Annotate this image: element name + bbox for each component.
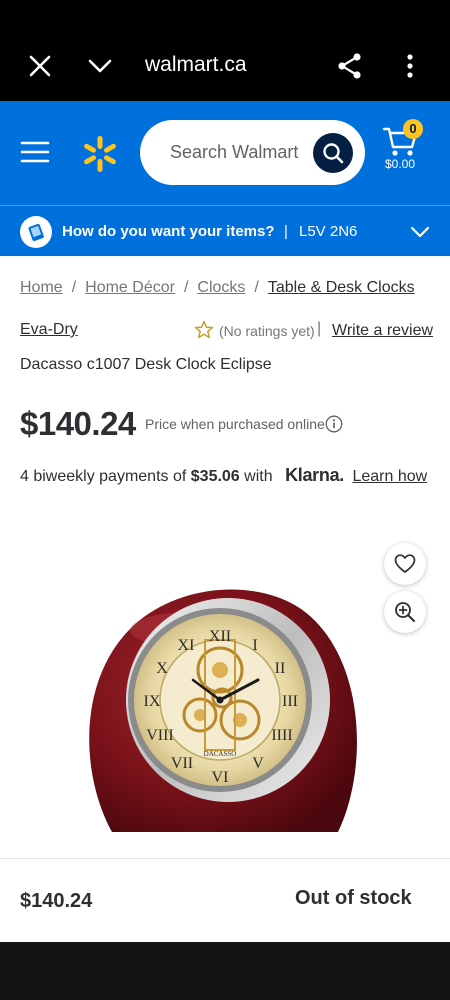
brand-link[interactable]: Eva-Dry bbox=[20, 321, 78, 339]
breadcrumb-home[interactable]: Home bbox=[20, 279, 63, 296]
price-note: Price when purchased online bbox=[145, 416, 325, 432]
heart-outline-icon bbox=[394, 554, 416, 573]
breadcrumb-separator: / bbox=[183, 279, 189, 296]
breadcrumb-home-decor[interactable]: Home Décor bbox=[85, 279, 175, 296]
rating-text: (No ratings yet) bbox=[219, 323, 315, 339]
installments-with: with bbox=[244, 468, 273, 485]
svg-text:IX: IX bbox=[144, 693, 161, 710]
svg-text:IIII: IIII bbox=[271, 727, 292, 744]
svg-text:III: III bbox=[282, 693, 298, 710]
svg-text:VI: VI bbox=[212, 769, 229, 786]
fulfillment-question: How do you want your items? bbox=[62, 223, 275, 240]
cart-button[interactable]: 0 $0.00 bbox=[382, 119, 438, 179]
chevron-down-icon[interactable] bbox=[410, 226, 430, 238]
breadcrumb-table-desk-clocks[interactable]: Table & Desk Clocks bbox=[268, 279, 415, 296]
svg-text:V: V bbox=[252, 755, 264, 772]
stock-status: Out of stock bbox=[295, 887, 412, 909]
svg-text:XI: XI bbox=[178, 637, 195, 654]
clock-brand: DACASSO bbox=[204, 750, 237, 758]
site-header: Search Walmart 0 $0.00 bbox=[0, 101, 450, 205]
svg-text:XII: XII bbox=[209, 628, 231, 645]
search-icon bbox=[323, 143, 344, 164]
product-price: $140.24 bbox=[20, 405, 136, 442]
breadcrumb-separator: / bbox=[254, 279, 259, 296]
breadcrumb: Home / Home Décor / Clocks / Table & Desk Cloc… bbox=[20, 279, 415, 297]
search-button[interactable] bbox=[313, 133, 353, 173]
learn-how-link[interactable]: Learn how bbox=[352, 468, 427, 485]
menu-icon[interactable] bbox=[20, 139, 50, 165]
share-icon[interactable] bbox=[336, 52, 364, 80]
sticky-purchase-bar: $140.24 Out of stock bbox=[0, 858, 450, 942]
zoom-in-icon bbox=[395, 602, 415, 622]
installments-prefix: 4 biweekly payments of bbox=[20, 468, 187, 485]
svg-text:II: II bbox=[275, 660, 286, 677]
more-vert-icon[interactable] bbox=[400, 52, 420, 80]
svg-text:VIII: VIII bbox=[146, 727, 174, 744]
breadcrumb-clocks[interactable]: Clocks bbox=[197, 279, 245, 296]
info-icon[interactable] bbox=[325, 415, 343, 433]
svg-text:X: X bbox=[156, 660, 168, 677]
cart-total: $0.00 bbox=[385, 157, 416, 171]
clock-illustration: XII I II III IIII V VI VII VIII IX X XI … bbox=[89, 589, 357, 832]
breadcrumb-separator: / bbox=[71, 279, 77, 296]
write-review-link[interactable]: Write a review bbox=[332, 322, 433, 340]
klarna-logo: Klarna. bbox=[285, 465, 344, 485]
star-outline-icon bbox=[194, 320, 214, 339]
postal-code: L5V 2N6 bbox=[299, 223, 358, 240]
zoom-image-button[interactable] bbox=[384, 591, 426, 633]
fulfillment-icon bbox=[20, 216, 52, 248]
close-icon[interactable] bbox=[28, 54, 52, 78]
browser-toolbar: walmart.ca bbox=[0, 0, 450, 101]
search-placeholder: Search Walmart bbox=[170, 142, 299, 162]
url-text[interactable]: walmart.ca bbox=[145, 53, 247, 77]
installment-amount: $35.06 bbox=[190, 468, 240, 485]
chevron-down-icon[interactable] bbox=[86, 54, 114, 78]
svg-text:VII: VII bbox=[171, 755, 193, 772]
rating-separator: | bbox=[317, 320, 322, 337]
fulfillment-selector[interactable]: How do you want your items? | L5V 2N6 bbox=[0, 205, 450, 256]
klarna-installments: 4 biweekly payments of $35.06 with Klarn… bbox=[20, 465, 427, 486]
walmart-spark-logo[interactable] bbox=[80, 134, 120, 174]
svg-text:I: I bbox=[252, 637, 257, 654]
sticky-price: $140.24 bbox=[20, 890, 93, 912]
add-to-favorites-button[interactable] bbox=[384, 543, 426, 585]
product-title: Dacasso c1007 Desk Clock Eclipse bbox=[20, 356, 272, 373]
product-image[interactable]: XII I II III IIII V VI VII VIII IX X XI … bbox=[0, 520, 450, 860]
cart-count-badge: 0 bbox=[403, 119, 423, 139]
search-input[interactable]: Search Walmart bbox=[140, 120, 365, 185]
system-navigation-bar bbox=[0, 942, 450, 1000]
fulfillment-separator: | bbox=[284, 223, 288, 240]
